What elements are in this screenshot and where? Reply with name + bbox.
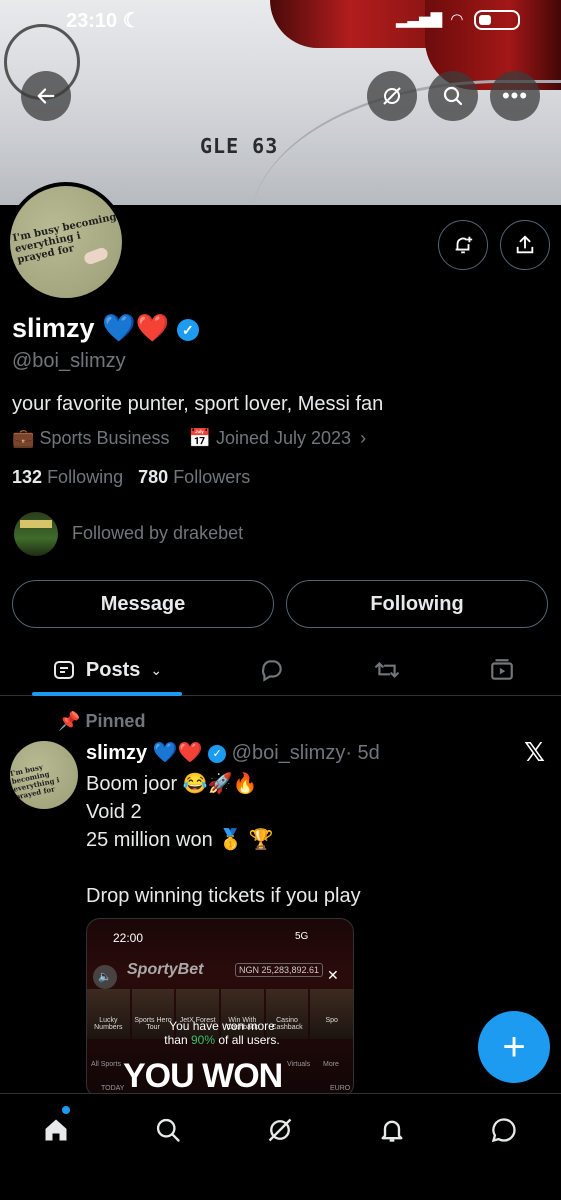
- following-link[interactable]: 132 Following: [12, 467, 123, 487]
- post-header: slimzy 💙❤️ ✓ @boi_slimzy· 5d: [86, 740, 380, 765]
- media-tile: Spo: [310, 989, 353, 1039]
- media-balance: NGN 25,283,892.61: [235, 963, 324, 977]
- arrow-left-icon: [37, 88, 55, 104]
- notifications-subscribe-button[interactable]: [438, 220, 488, 270]
- avatar-caption: I'm busy becoming everything i prayed fo…: [11, 211, 118, 266]
- follow-counts: 132 Following 780 Followers: [12, 467, 250, 488]
- following-button[interactable]: Following: [286, 580, 548, 628]
- active-tab-indicator: [32, 692, 182, 696]
- post-avatar[interactable]: I'm busy becoming everything i prayed fo…: [10, 741, 78, 809]
- media-icon: [491, 659, 513, 680]
- more-options-button[interactable]: •••: [490, 71, 540, 121]
- wifi-icon: ◠: [450, 11, 464, 28]
- profile-tabs: Posts ⌄: [0, 645, 561, 696]
- nav-grok[interactable]: [260, 1110, 300, 1150]
- back-button[interactable]: [21, 71, 71, 121]
- status-time: 23:10 ☾: [66, 10, 141, 32]
- search-button[interactable]: [428, 71, 478, 121]
- tab-media[interactable]: [480, 645, 524, 695]
- calendar-icon: 📅: [188, 428, 211, 448]
- profile-meta: 💼 Sports Business 📅 Joined July 2023 ›: [12, 428, 366, 449]
- bottom-navigation: [0, 1093, 561, 1200]
- chat-icon: [491, 1118, 516, 1143]
- media-bottom-label: All Sports: [91, 1061, 121, 1068]
- repost-icon: [375, 661, 399, 679]
- verified-badge-icon: ✓: [176, 318, 199, 341]
- home-icon: [45, 1119, 67, 1141]
- status-icons: ▂▃▅▇ ◠: [396, 10, 520, 31]
- tab-replies[interactable]: [250, 645, 294, 695]
- share-icon: [516, 235, 534, 254]
- speaker-icon[interactable]: 🔈: [93, 965, 117, 989]
- moon-icon: ☾: [122, 10, 141, 32]
- chevron-right-icon[interactable]: ›: [360, 428, 366, 448]
- profile-avatar[interactable]: I'm busy becoming everything i prayed fo…: [6, 182, 126, 302]
- media-close-icon: ✕: [327, 967, 339, 983]
- media-tile: Lucky Numbers: [87, 989, 130, 1039]
- post-author-handle[interactable]: @boi_slimzy: [232, 742, 346, 764]
- media-bottom-label: TODAY: [101, 1085, 125, 1092]
- followed-by-text[interactable]: Followed by drakebet: [72, 523, 243, 544]
- media-brand: SportyBet: [127, 961, 204, 978]
- reply-icon: [261, 660, 282, 682]
- post-time: · 5d: [345, 742, 380, 764]
- bell-icon: [381, 1120, 403, 1142]
- name-emojis: 💙❤️: [102, 313, 170, 344]
- post-author-emojis: 💙❤️: [152, 740, 203, 764]
- media-status-time: 22:00: [113, 931, 144, 945]
- grok-icon: [383, 87, 401, 105]
- post-author-name[interactable]: slimzy: [86, 742, 147, 764]
- battery-icon: [473, 10, 520, 31]
- nav-notifications[interactable]: [372, 1110, 412, 1150]
- post-media-image[interactable]: 22:00 5G SportyBet NGN 25,283,892.61 🔈 ✕…: [86, 918, 354, 1098]
- compose-post-button[interactable]: +: [478, 1011, 550, 1083]
- media-bottom-label: EURO: [330, 1085, 351, 1092]
- tab-reposts[interactable]: [365, 645, 409, 695]
- media-network: 5G: [295, 931, 309, 942]
- mutual-follower-avatar[interactable]: [14, 512, 58, 556]
- grok-button[interactable]: [367, 71, 417, 121]
- bell-plus-icon: [455, 236, 473, 254]
- media-bottom-label: More: [323, 1061, 339, 1068]
- grok-icon: [268, 1118, 292, 1142]
- nav-search[interactable]: [148, 1110, 188, 1150]
- post-text: Boom joor 😂🚀🔥 Void 2 25 million won 🥇 🏆 …: [86, 773, 361, 907]
- media-headline: YOU WON: [123, 1057, 283, 1095]
- nav-home[interactable]: [36, 1110, 76, 1150]
- plus-icon: +: [502, 1024, 526, 1069]
- x-logo-icon: 𝕏: [524, 738, 545, 768]
- search-icon: [443, 86, 463, 106]
- media-bottom-label: Virtuals: [287, 1061, 311, 1068]
- signal-icon: ▂▃▅▇: [396, 11, 443, 28]
- chevron-down-icon: ⌄: [150, 661, 163, 678]
- profile-bio: your favorite punter, sport lover, Messi…: [12, 393, 384, 415]
- profile-category[interactable]: Sports Business: [39, 428, 169, 448]
- profile-name: slimzy 💙❤️ ✓: [12, 312, 199, 344]
- home-notification-dot: [62, 1106, 70, 1114]
- post-avatar-caption: I'm busy becoming everything i prayed fo…: [10, 762, 61, 802]
- post-verified-badge-icon: ✓: [208, 744, 227, 763]
- followers-link[interactable]: 780 Followers: [138, 467, 250, 487]
- profile-joined: Joined July 2023: [215, 428, 352, 448]
- media-overlay-text: You have won more than 90% of all users.: [164, 1019, 280, 1047]
- message-button[interactable]: Message: [12, 580, 274, 628]
- tab-posts[interactable]: Posts ⌄: [32, 645, 182, 695]
- pinned-label: 📌 Pinned: [58, 711, 146, 731]
- briefcase-icon: 💼: [12, 428, 35, 448]
- nav-messages[interactable]: [484, 1110, 524, 1150]
- search-icon: [156, 1118, 180, 1142]
- more-dots-icon: •••: [501, 83, 529, 108]
- car-model-badge: GLE 63: [200, 134, 279, 158]
- profile-handle: @boi_slimzy: [12, 350, 126, 372]
- pin-icon: 📌: [58, 711, 81, 731]
- tab-posts-label: Posts: [85, 658, 141, 681]
- posts-icon: [53, 661, 74, 679]
- share-button[interactable]: [500, 220, 550, 270]
